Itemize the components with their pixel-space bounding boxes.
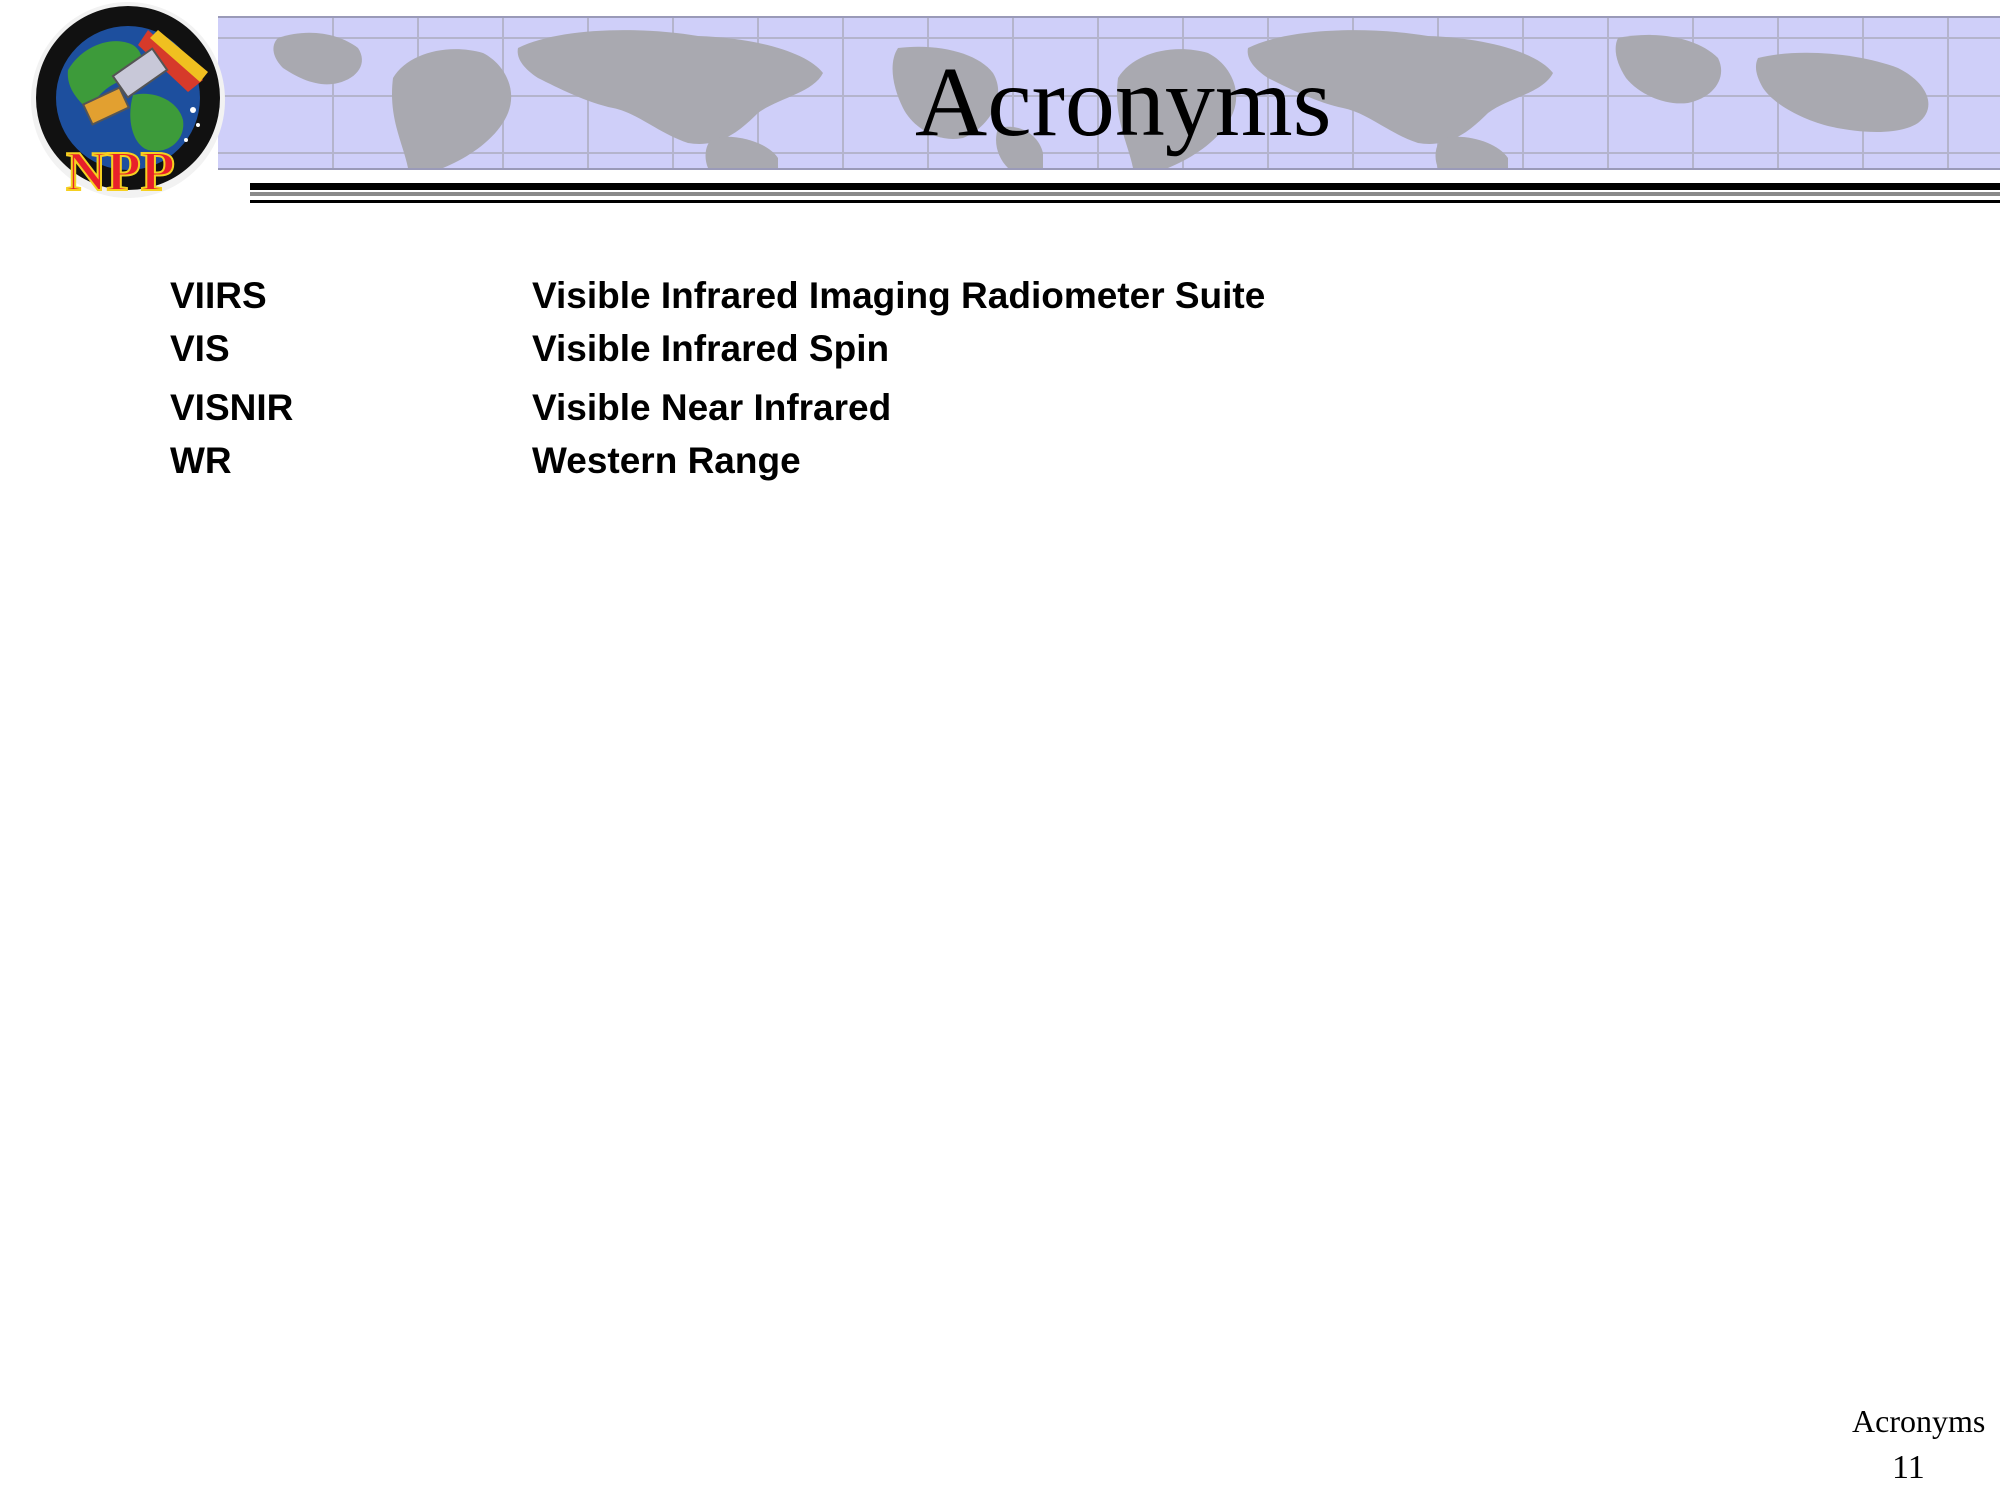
acronym-definition: Visible Infrared Imaging Radiometer Suit… xyxy=(532,275,1266,316)
slide: Acronyms NPP VIIRS Visible Infrared Imag… xyxy=(0,0,2000,1500)
acronym-definition: Visible Near Infrared xyxy=(532,387,892,428)
title-rule-thick xyxy=(250,183,2000,190)
acronym-term: VISNIR xyxy=(170,387,294,428)
title-rule-gray xyxy=(250,192,2000,196)
page-number: 11 xyxy=(1892,1449,1925,1486)
acronym-definition: Western Range xyxy=(532,440,801,481)
title-rule-thin xyxy=(250,200,2000,203)
acronym-term: WR xyxy=(170,440,232,481)
acronym-term: VIIRS xyxy=(170,275,267,316)
npp-mission-patch-icon: NPP xyxy=(31,2,225,204)
logo-letters: NPP xyxy=(66,141,175,203)
npp-logo: NPP xyxy=(28,0,248,205)
footer-section-label: Acronyms xyxy=(1852,1403,1986,1439)
acronym-term: VIS xyxy=(170,328,230,369)
page-title: Acronyms xyxy=(915,46,1332,157)
acronym-definition: Visible Infrared Spin xyxy=(532,328,890,369)
